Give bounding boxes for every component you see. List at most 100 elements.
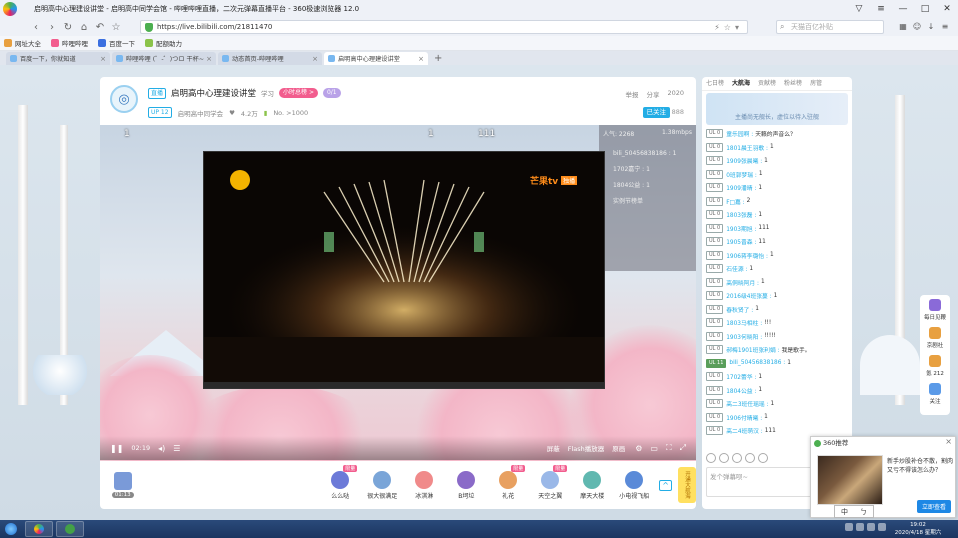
undo-icon[interactable]: ↶ [92, 22, 108, 33]
gift-item[interactable]: B坷垃 [445, 470, 487, 500]
close-button[interactable]: ✕ [936, 0, 958, 18]
danmaku-user[interactable]: F□嘉 : [726, 197, 744, 206]
tab-close-icon[interactable]: × [312, 55, 318, 63]
danmaku-item[interactable]: UL 0 高侗晓阿月 :1 [706, 276, 848, 290]
tab-weekly-rank[interactable]: 七日榜 [706, 77, 724, 90]
guard-promo-button[interactable]: 开通大航海 [678, 467, 696, 503]
danmaku-user[interactable]: 1909张晨曦 : [726, 156, 762, 165]
ime-mode[interactable]: 中 [841, 507, 848, 517]
danmaku-item[interactable]: UL 0 1906蒋李璐怡 :1 [706, 249, 848, 263]
danmaku-user[interactable]: 0班郭梦瑞 : [726, 170, 757, 179]
danmaku-user[interactable]: 2016级4班张蔓 : [726, 291, 771, 300]
danmaku-user[interactable]: 1804公益 : [726, 386, 756, 395]
danmaku-item[interactable]: UL 0 高二3班任瑶瑶 :1 [706, 397, 848, 411]
danmaku-item[interactable]: UL 0 春秋贤了 :1 [706, 303, 848, 317]
medal-icon[interactable] [745, 453, 755, 463]
tray-icon[interactable] [867, 523, 875, 531]
browser-logo-icon[interactable] [0, 0, 20, 18]
danmaku-user[interactable]: bili_50456838186 : [729, 360, 785, 366]
danmaku-item[interactable]: UL 0 石佳源 :1 [706, 262, 848, 276]
settings-icon[interactable]: ⚙ [635, 444, 642, 453]
gift-item[interactable]: 摩天大楼 [571, 470, 613, 500]
menu-icon[interactable]: ≡ [870, 0, 892, 18]
ime-punct[interactable]: ㄅ [860, 507, 867, 517]
streamer-name[interactable]: 启明高中同学会 [178, 108, 224, 118]
gift-item[interactable]: 限量 么么哒 [319, 464, 361, 500]
danmaku-item[interactable]: UL 0 1803张磊 :1 [706, 208, 848, 222]
taskbar-clock[interactable]: 19:02 2020/4/18 星期六 [888, 520, 948, 538]
refresh-icon[interactable]: ↻ [60, 22, 76, 33]
danmaku-item[interactable]: UL 0 1909张晨曦 :1 [706, 154, 848, 168]
start-button[interactable] [0, 520, 22, 538]
bookmark-item[interactable]: 百度一下 [98, 38, 135, 48]
tab-baidu[interactable]: 百度一下，你就知道 × [6, 52, 110, 65]
maximize-button[interactable]: □ [914, 0, 936, 18]
streamer-avatar[interactable]: ◎ [110, 85, 138, 113]
tab-bilibili[interactable]: 哔哩哔哩 (゜-゜)つロ 干杯~ × [112, 52, 216, 65]
tab-live-room[interactable]: 启明高中心理建设讲堂 × [324, 52, 428, 65]
follow-button[interactable]: 已关注 [642, 107, 670, 118]
address-bar[interactable]: https://live.bilibili.com/21811470 ⚡☆▾ [140, 20, 748, 34]
danmaku-user[interactable]: 郝梅1901班张利娟 : [726, 345, 779, 354]
danmaku-user[interactable]: 高二3班任瑶瑶 : [726, 399, 768, 408]
gift-item[interactable]: 冰淇淋 [403, 470, 445, 500]
player-type-button[interactable]: Flash播放器 [568, 443, 605, 453]
gift-icon[interactable] [732, 453, 742, 463]
popup-text[interactable]: 新手炒股补仓不散，割肉又亏不得该怎么办？ [887, 457, 953, 475]
bookmark-item[interactable]: 哔哩哔哩 [51, 38, 88, 48]
user-icon[interactable]: ☺ [910, 18, 924, 36]
emoji-icon[interactable] [706, 453, 716, 463]
danmaku-user[interactable]: 1702蕾华 : [726, 372, 756, 381]
forward-icon[interactable]: › [44, 22, 60, 33]
pause-icon[interactable]: ❚❚ [110, 444, 123, 453]
tab-close-icon[interactable]: × [100, 55, 106, 63]
tray-icon[interactable] [856, 523, 864, 531]
danmaku-user[interactable]: 1801晨王羽歌 : [726, 143, 768, 152]
danmaku-user[interactable]: 石佳源 : [726, 264, 747, 273]
tab-guard[interactable]: 大航海 [732, 77, 750, 90]
skin-icon[interactable]: ▽ [848, 0, 870, 18]
danmaku-user[interactable]: 1906付晴曦 : [726, 413, 762, 422]
new-tab-icon[interactable]: + [434, 52, 442, 65]
danmaku-item[interactable]: UL 0 1803马相柱 :!!! [706, 316, 848, 330]
gift-scroll-up-icon[interactable]: ^ [659, 479, 672, 491]
tab-close-icon[interactable]: × [418, 55, 424, 63]
bookmark-item[interactable]: 配额助力 [145, 38, 182, 48]
danmaku-user[interactable]: 1803张磊 : [726, 210, 756, 219]
report-button[interactable]: 举报 [625, 89, 638, 99]
sidebar-item[interactable]: 氪 212 [926, 355, 944, 377]
tab-fans[interactable]: 粉丝榜 [784, 77, 802, 90]
danmaku-item[interactable]: UL 0 童乐园啊 : 天籁的声音么？ [706, 127, 848, 141]
title-icon[interactable] [719, 453, 729, 463]
guard-badge[interactable]: 0/1 [322, 88, 341, 98]
star-icon[interactable]: ☆ [108, 22, 124, 33]
bookmark-item[interactable]: 网址大全 [4, 38, 41, 48]
tab-close-icon[interactable]: × [206, 55, 212, 63]
volume-icon[interactable]: ◂) [158, 444, 165, 453]
home-icon[interactable]: ⌂ [76, 22, 92, 33]
taskbar-browser[interactable] [25, 521, 53, 537]
back-icon[interactable]: ‹ [28, 22, 44, 33]
rank-badge[interactable]: 小时总榜 > [279, 88, 318, 98]
share-button[interactable]: 分享 [646, 89, 659, 99]
address-actions[interactable]: ⚡☆▾ [714, 23, 743, 32]
danmaku-user[interactable]: 1803马相柱 : [726, 318, 762, 327]
mode-icon[interactable] [758, 453, 768, 463]
taskbar-app[interactable] [56, 521, 84, 537]
room-category[interactable]: 学习 [261, 88, 274, 98]
danmaku-item[interactable]: UL 0 1909潘晴 :1 [706, 181, 848, 195]
gift-item[interactable]: 限量 礼花 [487, 464, 529, 500]
danmaku-item[interactable]: UL 0 2016级4班张蔓 :1 [706, 289, 848, 303]
danmaku-item[interactable]: UL 0 1903何晓阳 :!!!!! [706, 330, 848, 344]
popup-close-icon[interactable]: × [945, 437, 952, 446]
popup-view-button[interactable]: 立即查看 [916, 500, 951, 513]
video-frame[interactable]: 芒果tv 独播 [203, 151, 605, 389]
danmaku-item[interactable]: UL 0 1906付晴曦 :1 [706, 411, 848, 425]
sidebar-item[interactable]: 每日见鞭 [924, 299, 946, 321]
expand-icon[interactable]: ⤢ [680, 443, 686, 453]
tab-admins[interactable]: 房管 [810, 77, 822, 90]
danmaku-item[interactable]: UL 0 F□嘉 :2 [706, 195, 848, 209]
live-player[interactable]: 1 1 111 人气: 2268 1.38mbps bili_504568381… [100, 125, 696, 461]
danmaku-user[interactable]: 1905晋森 : [726, 237, 756, 246]
danmaku-item[interactable]: UL 0 1804公益 :1 [706, 384, 848, 398]
